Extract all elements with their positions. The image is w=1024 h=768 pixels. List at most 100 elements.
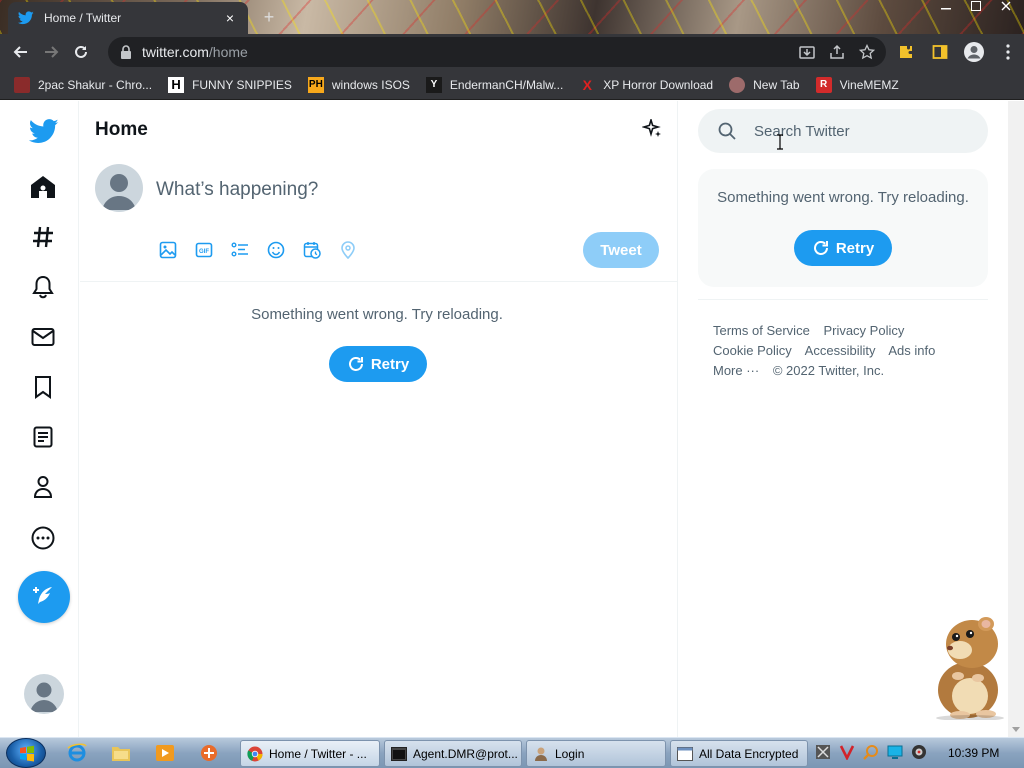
- twitter-page: Home What’s happening? GIF Tweet Somethi…: [0, 101, 1008, 737]
- tray-v-icon[interactable]: [838, 743, 856, 761]
- svg-text:GIF: GIF: [199, 249, 209, 255]
- media-image-icon[interactable]: [158, 240, 178, 260]
- timeline-error-message: Something went wrong. Try reloading.: [251, 306, 503, 323]
- browser-tab-twitter[interactable]: Home / Twitter ×: [8, 2, 248, 34]
- ph-icon: PH: [307, 76, 324, 93]
- accessibility-link[interactable]: Accessibility: [805, 343, 876, 358]
- bookmark-item[interactable]: H FUNNY SNIPPIES: [168, 76, 292, 93]
- browser-menu-icon[interactable]: [996, 38, 1020, 66]
- tray-monitor-icon[interactable]: [886, 743, 904, 761]
- tweet-button[interactable]: Tweet: [583, 232, 659, 268]
- bookmark-item[interactable]: New Tab: [729, 76, 800, 93]
- privacy-link[interactable]: Privacy Policy: [823, 323, 904, 338]
- task-label: All Data Encrypted: [699, 746, 799, 761]
- tab-title: Home / Twitter: [44, 11, 122, 25]
- share-icon[interactable]: [828, 43, 846, 61]
- bookmark-label: EndermanCH/Malw...: [449, 77, 564, 92]
- tray-search-icon[interactable]: [862, 743, 880, 761]
- composer-input[interactable]: What’s happening?: [156, 179, 318, 201]
- app-icon[interactable]: [198, 742, 220, 764]
- taskbar-item-terminal[interactable]: Agent.DMR@prot...: [384, 740, 522, 767]
- tab-close-icon[interactable]: ×: [222, 10, 238, 26]
- system-tray: [814, 743, 928, 761]
- maximize-icon[interactable]: [968, 0, 984, 14]
- timeline-retry-button[interactable]: Retry: [329, 346, 427, 382]
- bookmarks-icon[interactable]: [29, 373, 57, 401]
- profile-person-icon[interactable]: [29, 473, 57, 501]
- bookmark-item[interactable]: X XP Horror Download: [579, 76, 714, 93]
- taskbar-item-encrypted[interactable]: All Data Encrypted: [670, 740, 808, 767]
- composer-divider: [80, 281, 678, 282]
- explorer-folder-icon[interactable]: [110, 742, 132, 764]
- search-input[interactable]: Search Twitter: [698, 109, 988, 153]
- tray-speaker-icon[interactable]: [910, 743, 928, 761]
- text-cursor-icon: [777, 134, 783, 150]
- browser-toolbar: twitter.com/home: [0, 34, 1024, 70]
- reload-icon[interactable]: [66, 37, 96, 67]
- window-icon: [677, 746, 693, 762]
- location-pin-icon[interactable]: [338, 240, 358, 260]
- side-panel-icon[interactable]: [928, 38, 952, 66]
- more-link[interactable]: More ···: [713, 363, 759, 378]
- user-icon: [533, 746, 549, 762]
- cookie-link[interactable]: Cookie Policy: [713, 343, 792, 358]
- install-app-icon[interactable]: [798, 43, 816, 61]
- more-options-icon[interactable]: [29, 524, 57, 552]
- home-icon[interactable]: [29, 173, 57, 201]
- gif-icon[interactable]: GIF: [194, 240, 214, 260]
- close-window-icon[interactable]: [998, 0, 1014, 14]
- bookmark-label: VineMEMZ: [839, 77, 899, 92]
- quill-icon: [33, 587, 52, 604]
- twitter-logo-icon[interactable]: [28, 116, 60, 146]
- internet-explorer-icon[interactable]: [66, 742, 88, 764]
- sidebar-error-message: Something went wrong. Try reloading.: [717, 189, 969, 206]
- x-icon: X: [582, 76, 592, 93]
- explore-hashtag-icon[interactable]: [29, 223, 57, 251]
- sidebar-divider: [698, 299, 988, 300]
- task-label: Login: [555, 746, 585, 761]
- bookmark-item[interactable]: 2pac Shakur - Chro...: [14, 76, 152, 93]
- page-scrollbar[interactable]: [1008, 101, 1024, 737]
- sidebar-retry-button[interactable]: Retry: [794, 230, 892, 266]
- taskbar-clock[interactable]: 10:39 PM: [948, 746, 999, 760]
- tray-app-icon[interactable]: [814, 743, 832, 761]
- lists-icon[interactable]: [29, 423, 57, 451]
- extensions-icon[interactable]: [894, 38, 918, 66]
- lock-icon[interactable]: [120, 45, 132, 59]
- schedule-icon[interactable]: [302, 240, 322, 260]
- profile-avatar-icon[interactable]: [962, 38, 986, 66]
- bookmark-item[interactable]: PH windows ISOS: [307, 76, 410, 93]
- bookmark-item[interactable]: Y EndermanCH/Malw...: [425, 76, 564, 93]
- bookmark-label: XP Horror Download: [603, 77, 714, 92]
- hamster-mascot-icon: [936, 617, 1004, 720]
- minimize-icon[interactable]: [938, 0, 954, 14]
- bookmark-star-icon[interactable]: [858, 43, 876, 61]
- start-button[interactable]: [6, 738, 46, 768]
- url-host: twitter.com: [142, 44, 209, 60]
- page-title: Home: [95, 119, 148, 140]
- poll-icon[interactable]: [230, 240, 250, 260]
- footer-links: Terms of Service Privacy Policy Cookie P…: [713, 321, 973, 381]
- notifications-bell-icon[interactable]: [29, 273, 57, 301]
- terms-link[interactable]: Terms of Service: [713, 323, 810, 338]
- account-avatar[interactable]: [24, 674, 64, 714]
- taskbar-item-chrome[interactable]: Home / Twitter - ...: [240, 740, 380, 767]
- ads-info-link[interactable]: Ads info: [888, 343, 935, 358]
- trends-card: Something went wrong. Try reloading. Ret…: [698, 169, 988, 287]
- emoji-icon[interactable]: [266, 240, 286, 260]
- bookmark-item[interactable]: R VineMEMZ: [815, 76, 899, 93]
- new-tab-button[interactable]: +: [258, 6, 280, 28]
- messages-envelope-icon[interactable]: [29, 323, 57, 351]
- back-arrow-icon[interactable]: [6, 37, 36, 67]
- refresh-icon: [348, 357, 363, 371]
- sparkle-icon[interactable]: [641, 117, 664, 141]
- r-icon: R: [815, 76, 832, 93]
- taskbar-item-login[interactable]: Login: [526, 740, 666, 767]
- search-placeholder: Search Twitter: [754, 122, 850, 140]
- forward-arrow-icon[interactable]: [36, 37, 66, 67]
- compose-tweet-button[interactable]: [18, 571, 70, 623]
- media-player-icon[interactable]: [154, 742, 176, 764]
- address-bar[interactable]: twitter.com/home: [108, 37, 886, 67]
- url-path: /home: [208, 44, 248, 60]
- composer-avatar[interactable]: [95, 164, 143, 212]
